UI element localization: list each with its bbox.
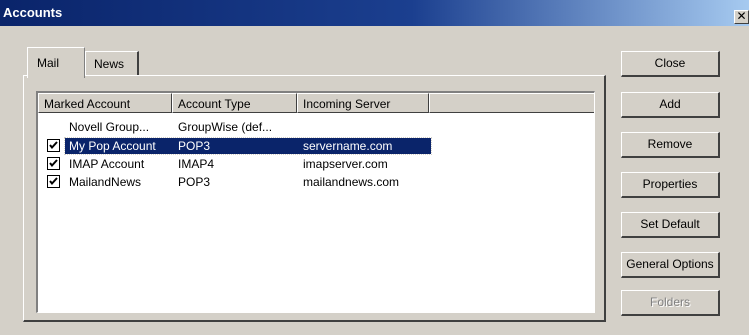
column-label: Marked Account — [44, 97, 131, 111]
column-header-filler — [429, 93, 594, 113]
add-button[interactable]: Add — [621, 92, 720, 118]
tab-mail[interactable]: Mail — [27, 47, 85, 78]
title-bar: Accounts ✕ — [0, 0, 749, 26]
properties-button-label: Properties — [642, 177, 698, 191]
table-row[interactable]: IMAP Account IMAP4 imapserver.com — [38, 156, 594, 172]
table-row[interactable]: MailandNews POP3 mailandnews.com — [38, 174, 594, 190]
account-name: My Pop Account — [69, 139, 156, 153]
table-row[interactable]: Novell Group... GroupWise (def... — [38, 119, 594, 135]
table-row[interactable]: My Pop Account POP3 servername.com — [38, 137, 594, 155]
account-checkbox[interactable] — [47, 139, 60, 152]
accounts-dialog: Accounts ✕ Mail News Marked Account Acco… — [0, 0, 749, 335]
account-name: IMAP Account — [69, 157, 145, 171]
account-type: POP3 — [178, 175, 211, 189]
incoming-server: servername.com — [303, 139, 393, 153]
properties-button[interactable]: Properties — [621, 172, 720, 198]
folders-button: Folders — [621, 290, 720, 316]
column-header-account-type[interactable]: Account Type — [172, 93, 297, 113]
tab-news-label: News — [94, 57, 125, 71]
general-options-button-label: General Options — [626, 257, 714, 271]
list-header: Marked Account Account Type Incoming Ser… — [38, 93, 594, 113]
account-type: GroupWise (def... — [178, 120, 273, 134]
account-type: POP3 — [178, 139, 211, 153]
check-icon — [49, 141, 58, 150]
incoming-server: mailandnews.com — [303, 175, 400, 189]
account-checkbox[interactable] — [47, 157, 60, 170]
remove-button[interactable]: Remove — [621, 132, 720, 158]
set-default-button-label: Set Default — [640, 217, 700, 231]
set-default-button[interactable]: Set Default — [621, 212, 720, 238]
general-options-button[interactable]: General Options — [621, 252, 720, 278]
column-header-incoming-server[interactable]: Incoming Server — [297, 93, 429, 113]
check-icon — [49, 177, 58, 186]
remove-button-label: Remove — [647, 137, 693, 151]
folders-button-label: Folders — [649, 295, 690, 309]
add-button-label: Add — [659, 97, 681, 111]
close-button-label: Close — [654, 56, 686, 70]
account-checkbox[interactable] — [47, 175, 60, 188]
incoming-server: imapserver.com — [303, 157, 388, 171]
accounts-list[interactable]: Marked Account Account Type Incoming Ser… — [36, 91, 595, 313]
close-window-button[interactable]: ✕ — [734, 10, 749, 24]
column-header-marked-account[interactable]: Marked Account — [38, 93, 172, 113]
account-name: Novell Group... — [69, 120, 150, 134]
account-type: IMAP4 — [178, 157, 215, 171]
tab-mail-label: Mail — [37, 56, 60, 70]
account-name: MailandNews — [69, 175, 142, 189]
close-icon: ✕ — [736, 9, 747, 23]
close-button[interactable]: Close — [621, 51, 720, 77]
window-title: Accounts — [3, 5, 63, 20]
column-label: Account Type — [178, 97, 251, 111]
check-icon — [49, 159, 58, 168]
tab-news[interactable]: News — [85, 51, 139, 75]
column-label: Incoming Server — [303, 97, 391, 111]
